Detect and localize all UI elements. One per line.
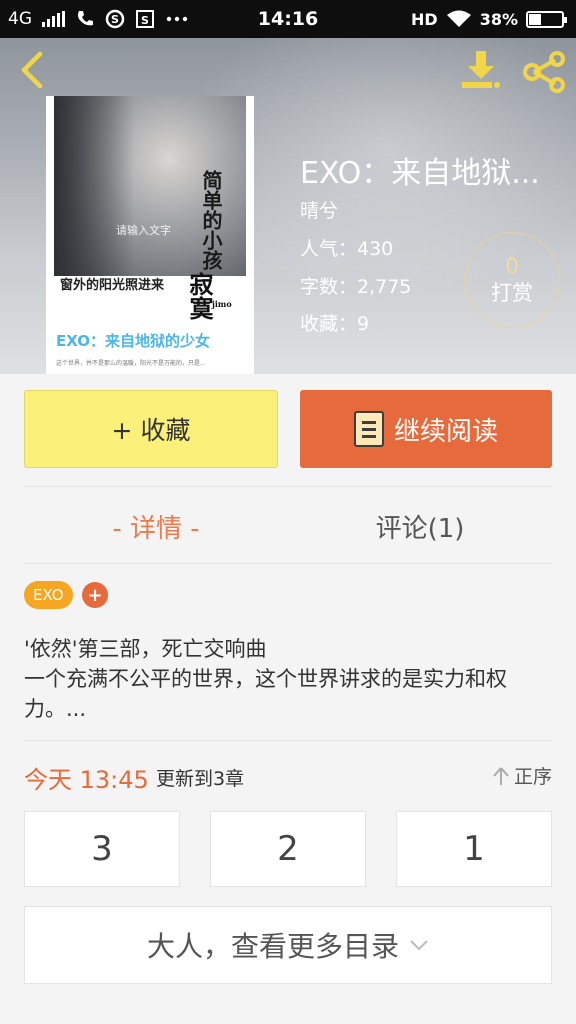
status-bar: 4G S S 14:16 HD 38% (0, 0, 576, 38)
book-popularity: 人气：430 (300, 238, 394, 260)
hd-label: HD (411, 9, 438, 29)
chevron-down-icon (410, 940, 428, 951)
tip-count: 0 (505, 254, 519, 278)
sort-order-button[interactable]: 正序 (492, 762, 552, 789)
divider (24, 563, 552, 564)
divider (24, 486, 552, 487)
more-catalog-label: 大人，查看更多目录 (146, 930, 399, 963)
network-label: 4G (8, 9, 32, 29)
cover-big-sub: jimo (212, 299, 232, 309)
cover-big-word: 寂寞 (185, 272, 214, 320)
more-catalog-button[interactable]: 大人，查看更多目录 (24, 906, 552, 984)
cover-big-text: 寂寞 jimo (185, 272, 232, 320)
divider (24, 740, 552, 741)
description-line-2: 一个充满不公平的世界，这个世界讲求的是实力和权力。... (24, 667, 507, 721)
status-right: HD 38% (411, 0, 567, 38)
tab-detail[interactable]: - 详情 - (24, 496, 288, 556)
chapter-item[interactable]: 1 (396, 811, 552, 887)
book-word-count: 字数：2,775 (300, 276, 412, 298)
download-icon[interactable] (458, 48, 504, 92)
collect-button[interactable]: + 收藏 (24, 390, 278, 468)
battery-fill (529, 13, 542, 25)
phone-icon (78, 11, 93, 26)
continue-reading-button[interactable]: 继续阅读 (300, 390, 552, 468)
chapter-item[interactable]: 2 (210, 811, 366, 887)
battery-icon (526, 10, 567, 28)
cover-shadow (54, 96, 134, 276)
skype-icon: S (105, 9, 125, 29)
sim-icon: S (136, 10, 154, 28)
wifi-icon (446, 10, 471, 27)
cover-small-text: 请输入文字 (116, 224, 171, 237)
description-line-1: '依然'第三部，死亡交响曲 (24, 637, 267, 661)
signal-icon (42, 11, 65, 27)
status-left: 4G S S (8, 0, 189, 38)
update-time: 今天 13:45 (24, 766, 149, 794)
share-icon[interactable] (520, 50, 568, 94)
chapter-item[interactable]: 3 (24, 811, 180, 887)
arrow-up-icon (493, 766, 509, 785)
add-tag-button[interactable]: + (82, 582, 108, 608)
cover-vertical-text: 简单的小孩 (199, 170, 223, 270)
battery-percent: 38% (479, 9, 518, 29)
book-favorites: 收藏：9 (300, 313, 370, 335)
book-icon (353, 411, 384, 447)
book-title: EXO：来自地狱... (300, 156, 540, 191)
more-dots-icon (166, 16, 188, 22)
book-author[interactable]: 晴兮 (300, 196, 338, 223)
book-cover[interactable]: 简单的小孩 请输入文字 窗外的阳光照进来 寂寞 jimo EXO：来自地狱的少女… (46, 96, 254, 374)
book-description[interactable]: '依然'第三部，死亡交响曲 一个充满不公平的世界，这个世界讲求的是实力和权力。.… (24, 634, 556, 724)
sort-order-label: 正序 (513, 766, 552, 788)
tip-label: 打赏 (491, 281, 533, 305)
svg-text:S: S (141, 14, 149, 27)
svg-text:S: S (111, 13, 119, 26)
cover-line-text: 窗外的阳光照进来 (60, 278, 165, 293)
update-text: 更新到3章 (156, 768, 245, 790)
book-header: 简单的小孩 请输入文字 窗外的阳光照进来 寂寞 jimo EXO：来自地狱的少女… (0, 38, 576, 374)
cover-tiny-text: 这个世界，并不是那么的温暖，阳光不是万能的，只是... (56, 360, 206, 367)
tab-comments[interactable]: 评论(1) (288, 496, 552, 556)
continue-reading-label: 继续阅读 (393, 416, 498, 447)
cover-title: EXO：来自地狱的少女 (56, 332, 211, 350)
tag-exo[interactable]: EXO (24, 581, 73, 609)
back-icon[interactable] (14, 50, 54, 90)
tip-button[interactable]: 0 打赏 (464, 232, 560, 328)
